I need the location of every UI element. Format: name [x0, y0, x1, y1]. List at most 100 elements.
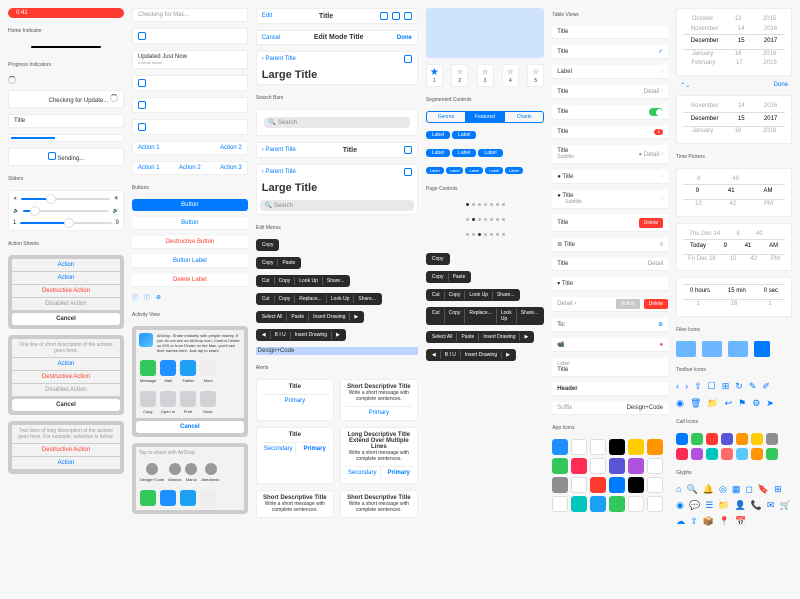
pill[interactable]: Label [452, 149, 476, 157]
table-row[interactable]: Title [552, 26, 668, 39]
print-icon[interactable] [180, 391, 196, 407]
call-icon[interactable] [736, 448, 748, 460]
call-icon[interactable] [706, 448, 718, 460]
checkbox[interactable] [138, 79, 146, 87]
button-label[interactable]: Button Label [132, 255, 248, 268]
app-icon[interactable] [609, 496, 625, 512]
app-icon[interactable] [628, 458, 644, 474]
page-dots[interactable] [429, 218, 541, 221]
pill[interactable]: Label [446, 167, 464, 174]
table-row-reorder[interactable]: ⊖ Title≡ [552, 238, 668, 252]
camera-icon[interactable]: ◉ [676, 398, 684, 409]
box-icon[interactable]: 📦 [703, 516, 714, 527]
call-icon[interactable] [721, 448, 733, 460]
more-icon[interactable] [200, 391, 216, 407]
search-input[interactable]: 🔍 Search [260, 200, 414, 211]
table-row-icon-sub[interactable]: ● TitleSubtitle› [552, 190, 668, 209]
pill[interactable]: Label [426, 131, 450, 139]
sheet-destructive[interactable]: Destructive Action [12, 285, 120, 297]
phone-icon[interactable]: 📞 [751, 500, 762, 511]
rating-4[interactable]: ★4 [502, 64, 519, 87]
mail-icon[interactable]: ✉ [767, 500, 775, 511]
sheet-cancel[interactable]: Cancel [12, 399, 120, 411]
share-icon[interactable]: ⇧ [690, 516, 698, 527]
bookmark-icon[interactable]: 🔖 [758, 484, 769, 495]
edit-menu[interactable]: Copy [256, 239, 280, 251]
call-icon[interactable] [706, 433, 718, 445]
slider[interactable]: ☀☀ [13, 195, 119, 202]
file-icon[interactable] [754, 341, 770, 357]
date-picker[interactable]: October132015 November142016 December152… [676, 8, 792, 76]
more-icon[interactable] [200, 490, 216, 506]
table-row-detail[interactable]: TitleDetail [552, 258, 668, 271]
app-icon[interactable] [590, 439, 606, 455]
button[interactable]: Button [132, 217, 248, 230]
call-icon[interactable] [691, 433, 703, 445]
checkbox[interactable] [48, 152, 56, 160]
checkbox[interactable] [392, 12, 400, 20]
folder-icon[interactable]: 📁 [707, 398, 718, 409]
bookmark-icon[interactable]: ☐ [708, 381, 716, 392]
circle-icon[interactable]: ◉ [676, 500, 684, 511]
edit-menu[interactable]: CopyPaste [256, 257, 301, 269]
nav-back[interactable]: ‹ Parent Title [262, 147, 296, 153]
location-icon[interactable]: 📍 [719, 516, 730, 527]
slider-volume[interactable]: 🔈🔊 [13, 208, 119, 214]
nav-back[interactable]: ‹ Parent Title [262, 56, 296, 62]
openin-icon[interactable] [160, 391, 176, 407]
app-icon[interactable] [647, 496, 663, 512]
edit-menu[interactable]: ◀B I UInsert Drawing▶ [256, 329, 346, 341]
date-picker[interactable]: November142016 December152017 January162… [676, 95, 792, 144]
alert-secondary[interactable]: Secondary [345, 467, 381, 479]
grid-icon[interactable]: ▦ [732, 484, 741, 495]
mail-icon[interactable] [160, 360, 176, 376]
time-picker[interactable]: 840 941AM 1042PM [676, 168, 792, 217]
table-row-disclosure[interactable]: Label› [552, 65, 668, 79]
edit-menu[interactable]: CopyPaste [426, 271, 471, 283]
app-icon[interactable] [647, 439, 663, 455]
app-icon[interactable] [552, 496, 568, 512]
table-row-delete[interactable]: TitleDelete [552, 215, 668, 232]
app-icon[interactable] [571, 477, 587, 493]
avatar[interactable] [146, 463, 158, 475]
suffix-row[interactable]: SuffixDesign+Code [552, 402, 668, 415]
done-button[interactable]: Done [774, 82, 788, 88]
alert-primary[interactable]: Primary [385, 467, 413, 479]
checkbox[interactable] [404, 12, 412, 20]
message-icon[interactable] [140, 360, 156, 376]
call-icon[interactable] [766, 433, 778, 445]
app-icon[interactable] [590, 458, 606, 474]
checkbox[interactable] [138, 101, 146, 109]
edit-icon[interactable]: ✐ [762, 381, 770, 392]
add-icon[interactable]: ⊕ [156, 294, 161, 301]
folder-icon[interactable]: 📁 [718, 500, 729, 511]
flag-icon[interactable]: ⚑ [738, 398, 746, 409]
checkbox[interactable] [404, 168, 412, 176]
action-button[interactable]: Action [616, 299, 640, 309]
destructive-button[interactable]: Destructive Button [132, 236, 248, 249]
copy-icon[interactable] [140, 391, 156, 407]
sheet-action[interactable]: Action [12, 259, 120, 271]
calendar-icon[interactable]: 📅 [735, 516, 746, 527]
table-row-expand[interactable]: ▾ Title [552, 277, 668, 291]
edit-menu[interactable]: Select AllPasteInsert Drawing▶ [256, 311, 364, 323]
rating-2[interactable]: ★2 [451, 64, 468, 87]
compose-icon[interactable]: ✎ [749, 381, 757, 392]
delete-button[interactable]: Delete [639, 218, 663, 228]
app-icon[interactable] [590, 477, 606, 493]
icon-row[interactable]: 📹● [552, 338, 668, 352]
checkbox[interactable] [380, 12, 388, 20]
app-icon[interactable] [571, 496, 587, 512]
rating-3[interactable]: ★3 [477, 64, 494, 87]
app-icon[interactable] [552, 458, 568, 474]
mail-icon[interactable] [160, 490, 176, 506]
nav-cancel[interactable]: Cancel [262, 35, 281, 41]
primary-button[interactable]: Button [132, 199, 248, 211]
user-icon[interactable]: 👤 [734, 500, 745, 511]
pill[interactable]: Label [426, 149, 450, 157]
app-icon[interactable] [628, 439, 644, 455]
app-icon[interactable] [552, 477, 568, 493]
checkbox[interactable] [404, 55, 412, 63]
home-icon[interactable]: ⌂ [676, 484, 681, 494]
record-pill[interactable]: 0:41 [8, 8, 124, 18]
